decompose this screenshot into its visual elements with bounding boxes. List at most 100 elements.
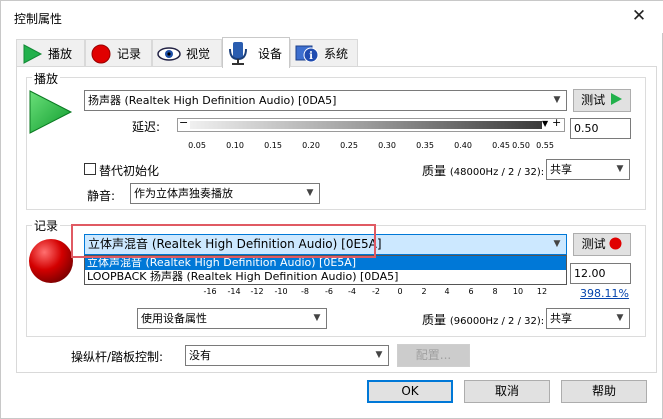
- eye-icon: [157, 46, 181, 61]
- chevron-down-icon: ▼: [306, 188, 314, 198]
- playback-quality-label: 质量 (48000Hz / 2 / 32):: [422, 162, 544, 179]
- gain-value-input[interactable]: 12.00: [570, 263, 631, 284]
- tab-label: 播放: [48, 47, 73, 61]
- system-info-icon: i: [295, 45, 319, 62]
- tab-strip: 播放 记录 视觉 设备 i 系统: [16, 37, 656, 68]
- tick-label: 10: [512, 287, 524, 296]
- tick-label: -16: [203, 287, 217, 296]
- close-icon[interactable]: ✕: [627, 5, 651, 27]
- chevron-down-icon: ▼: [375, 350, 383, 360]
- tab-visual[interactable]: 视觉: [152, 39, 222, 67]
- latency-track: [190, 121, 542, 129]
- tick-label: 0.15: [264, 141, 282, 150]
- record-device-value: 立体声混音 (Realtek High Definition Audio) [0…: [88, 237, 382, 251]
- tick-label: 12: [536, 287, 548, 296]
- quality-detail-text: (96000Hz / 2 / 32):: [449, 316, 545, 327]
- chevron-down-icon: ▼: [616, 164, 624, 174]
- tick-label: 0.30: [378, 141, 396, 150]
- tick-label: -14: [227, 287, 241, 296]
- play-icon: [23, 43, 43, 64]
- tick-label: -6: [325, 287, 333, 296]
- record-test-label: 测试: [581, 237, 606, 251]
- ok-button[interactable]: OK: [367, 380, 453, 403]
- chevron-down-icon: ▼: [553, 95, 561, 105]
- tick-label: 0.45: [492, 141, 510, 150]
- record-icon: [609, 237, 622, 250]
- mute-label: 静音:: [87, 189, 116, 203]
- record-device-select[interactable]: 立体声混音 (Realtek High Definition Audio) [0…: [84, 234, 567, 255]
- svg-text:i: i: [309, 51, 313, 62]
- chevron-down-icon: ▼: [553, 239, 561, 249]
- latency-slider[interactable]: − ▼ +: [177, 116, 565, 132]
- tick-label: -12: [250, 287, 264, 296]
- tab-label: 系统: [324, 47, 349, 61]
- playback-device-select[interactable]: 扬声器 (Realtek High Definition Audio) [0DA…: [84, 90, 567, 111]
- dropdown-option[interactable]: 立体声混音 (Realtek High Definition Audio) [0…: [85, 256, 566, 270]
- tick-label: -4: [348, 287, 356, 296]
- tab-record[interactable]: 记录: [85, 39, 152, 67]
- dropdown-option[interactable]: LOOPBACK 扬声器 (Realtek High Definition Au…: [85, 270, 566, 284]
- joystick-value: 没有: [189, 349, 211, 362]
- tab-device[interactable]: 设备: [222, 37, 290, 68]
- tab-system[interactable]: i 系统: [290, 39, 358, 67]
- slider-thumb[interactable]: ▼: [542, 119, 548, 128]
- joystick-label: 操纵杆/踏板控制:: [71, 350, 164, 364]
- use-device-props-value: 使用设备属性: [141, 312, 207, 325]
- tick-label: 4: [444, 287, 450, 296]
- quality-detail-text: (48000Hz / 2 / 32):: [449, 167, 545, 178]
- tick-label: 0.05: [188, 141, 206, 150]
- tick-label: 0.25: [340, 141, 358, 150]
- joystick-select[interactable]: 没有 ▼: [185, 345, 389, 366]
- tick-label: 0.50: [512, 141, 530, 150]
- tab-label: 视觉: [186, 47, 211, 61]
- latency-label: 延迟:: [132, 120, 161, 134]
- device-icon: [229, 42, 247, 65]
- record-big-icon: [29, 239, 73, 283]
- playback-test-button[interactable]: 测试: [573, 89, 631, 112]
- title-bar: 控制属性 ✕: [1, 1, 663, 33]
- tick-label: 0.40: [454, 141, 472, 150]
- help-button[interactable]: 帮助: [561, 380, 647, 403]
- mute-mode-value: 作为立体声独奏播放: [134, 187, 233, 200]
- chevron-down-icon: ▼: [616, 313, 624, 323]
- tick-label: 0: [397, 287, 403, 296]
- record-test-button[interactable]: 测试: [573, 233, 631, 256]
- tick-label: 8: [492, 287, 498, 296]
- tab-playback[interactable]: 播放: [16, 39, 85, 67]
- share-value: 共享: [550, 312, 572, 325]
- chevron-down-icon: ▼: [313, 313, 321, 323]
- alt-init-checkbox[interactable]: [84, 163, 96, 175]
- record-quality-label: 质量 (96000Hz / 2 / 32):: [422, 311, 544, 328]
- record-icon: [91, 44, 111, 63]
- quality-label-text: 质量: [422, 164, 447, 178]
- slider-minus-button[interactable]: −: [179, 116, 188, 129]
- playback-test-label: 测试: [581, 93, 606, 107]
- slider-plus-button[interactable]: +: [552, 116, 561, 129]
- playback-group-label: 播放: [32, 70, 61, 87]
- quality-label-text: 质量: [422, 313, 447, 327]
- tick-label: -8: [301, 287, 309, 296]
- tick-label: 6: [468, 287, 474, 296]
- config-button[interactable]: 配置...: [397, 344, 470, 367]
- tick-label: 0.10: [226, 141, 244, 150]
- tick-label: 0.55: [536, 141, 554, 150]
- record-share-select[interactable]: 共享 ▼: [546, 308, 630, 329]
- tick-label: 2: [421, 287, 427, 296]
- tick-label: -10: [274, 287, 288, 296]
- latency-value-input[interactable]: 0.50: [570, 118, 631, 139]
- share-value: 共享: [550, 163, 572, 176]
- play-icon: [610, 93, 622, 105]
- cancel-button[interactable]: 取消: [464, 380, 550, 403]
- gain-percent-link[interactable]: 398.11%: [580, 287, 629, 300]
- playback-device-value: 扬声器 (Realtek High Definition Audio) [0DA…: [88, 94, 337, 107]
- control-properties-dialog: 控制属性 ✕ 播放 记录 视觉 设备 i 系统 播放 扬声器 (Realtek …: [0, 0, 663, 419]
- mute-mode-select[interactable]: 作为立体声独奏播放 ▼: [130, 183, 320, 204]
- playback-share-select[interactable]: 共享 ▼: [546, 159, 630, 180]
- playback-big-play-icon: [29, 90, 73, 134]
- record-device-dropdown-list: 立体声混音 (Realtek High Definition Audio) [0…: [84, 255, 567, 285]
- tick-label: 0.20: [302, 141, 320, 150]
- tick-label: 0.35: [416, 141, 434, 150]
- alt-init-label: 替代初始化: [99, 164, 160, 178]
- use-device-props-select[interactable]: 使用设备属性 ▼: [137, 308, 327, 329]
- tick-label: -2: [372, 287, 380, 296]
